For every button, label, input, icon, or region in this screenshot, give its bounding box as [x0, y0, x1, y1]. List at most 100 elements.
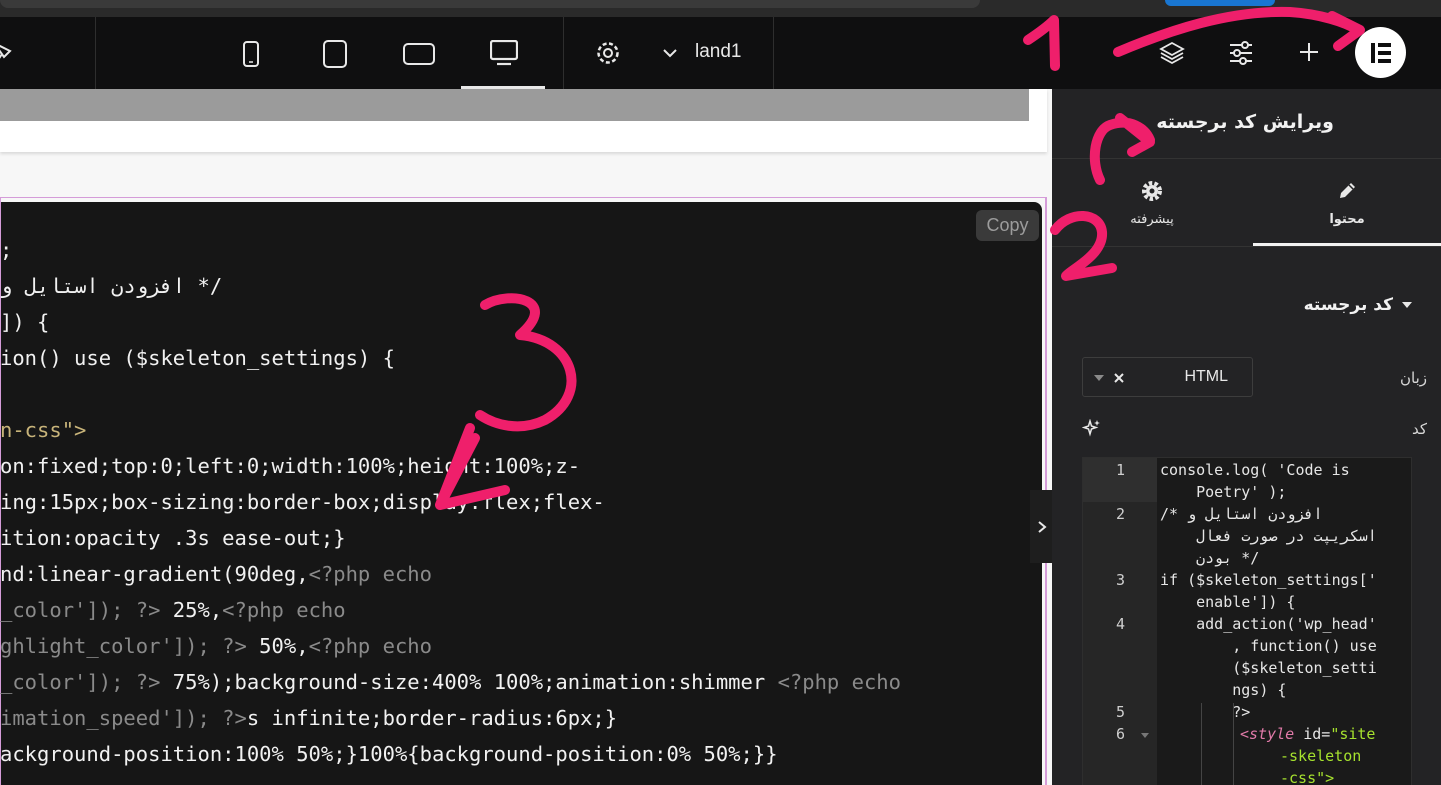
editor-line: /* افزودن استایل و: [1160, 505, 1323, 523]
editor-line: ngs) {: [1160, 681, 1287, 699]
tab-content-label: محتوا: [1329, 211, 1365, 227]
chevron-down-icon[interactable]: [659, 43, 681, 63]
editor-line: if ($skeleton_settings[': [1160, 571, 1377, 589]
code-php-fragment: <?php echo: [308, 562, 432, 586]
settings-icon[interactable]: [594, 39, 622, 67]
code-text: 25%,: [160, 598, 223, 622]
code-php-fragment: <?php echo: [222, 598, 346, 622]
page-name[interactable]: land1: [695, 41, 742, 63]
editor-line: Poetry' );: [1160, 483, 1287, 501]
panel-header: ویرایش کد برجسته: [1052, 89, 1441, 159]
code-text: ion() use ($skeleton_settings) {: [0, 346, 395, 370]
editor-top-bar: land1: [0, 17, 1441, 89]
code-text: 50%,: [246, 634, 309, 658]
code-text: on:fixed;top:0;left:0;width:100%;height:…: [0, 454, 581, 478]
laptop-icon[interactable]: [400, 39, 438, 69]
toolbar-divider: [95, 17, 96, 89]
tablet-icon[interactable]: [318, 39, 352, 69]
code-line: ion() use ($skeleton_settings) {: [0, 346, 395, 370]
editor-line: console.log( 'Code is: [1160, 461, 1350, 479]
line-number: 3: [1115, 571, 1125, 589]
collapse-panel-toggle[interactable]: [1030, 490, 1053, 563]
editor-line: بودن */: [1160, 549, 1260, 567]
panel-tabs: پیشرفته محتوا: [1052, 159, 1441, 247]
line-number: 2: [1115, 505, 1125, 523]
editor-line: ?>: [1160, 703, 1251, 721]
screen: land1 ; افزودن استایل و */ ]) { ion() use (…: [0, 0, 1441, 785]
pencil-icon: [1340, 182, 1355, 198]
editor-line: ($skeleton_setti: [1160, 659, 1377, 677]
code-php-fragment: _color']); ?>: [0, 598, 161, 622]
code-line: ing:15px;box-sizing:border-box;display:f…: [0, 490, 605, 514]
code-line: ;: [0, 238, 12, 262]
settings-panel: ویرایش کد برجسته پیشرفته محتوا کد برجسته…: [1052, 89, 1441, 785]
line-number: 5: [1115, 703, 1125, 721]
code-line: ition:opacity .3s ease-out;}: [0, 526, 346, 550]
tab-content[interactable]: محتوا: [1262, 159, 1432, 247]
editor-style-line: -css">: [1280, 769, 1335, 785]
plus-icon[interactable]: [1296, 39, 1322, 65]
code-line: افزودن استایل و */: [0, 274, 222, 298]
code-text: ing:15px;box-sizing:border-box;display:f…: [0, 490, 605, 514]
editor-line: enable']) {: [1160, 593, 1296, 611]
line-number: 4: [1115, 615, 1125, 633]
code-editor[interactable]: 1 2 3 4 5 6 console.log( 'Code is Poetry…: [1082, 457, 1412, 785]
code-text: ackground-position:100% 50%;}100%{backgr…: [0, 742, 778, 766]
code-text: ition:opacity .3s ease-out;}: [0, 526, 346, 550]
fold-caret-icon[interactable]: [1141, 733, 1149, 739]
panel-title: ویرایش کد برجسته: [1156, 111, 1334, 133]
section-block: [0, 89, 1047, 152]
code-text: افزودن استایل و */: [0, 274, 223, 298]
ai-sparkle-icon[interactable]: [1082, 419, 1102, 439]
code-php-fragment: _color']); ?>: [0, 670, 161, 694]
gear-icon: [1142, 180, 1162, 201]
code-text: ]) {: [0, 310, 50, 334]
code-line: _color']); ?> 75%);background-size:400% …: [0, 670, 901, 694]
layers-icon[interactable]: [1157, 38, 1187, 68]
caret-down-icon: [1402, 302, 1412, 308]
section-toggle[interactable]: کد برجسته: [1304, 295, 1413, 315]
code-line: ackground-position:100% 50%;}100%{backgr…: [0, 742, 778, 766]
editor-line: , function() use: [1160, 637, 1377, 655]
toolbar-divider: [773, 17, 774, 89]
sliders-icon[interactable]: [1226, 38, 1256, 68]
copy-button[interactable]: Copy: [976, 210, 1039, 241]
language-label: زبان: [1399, 369, 1427, 387]
code-line: ghlight_color']); ?> 50%,<?php echo: [0, 634, 432, 658]
code-line: imation_speed']); ?>s infinite;border-ra…: [0, 706, 617, 730]
code-line: ]) {: [0, 310, 49, 334]
language-select[interactable]: HTML: [1082, 357, 1253, 397]
code-text: s infinite;border-radius:6px;}: [246, 706, 618, 730]
editor-style-line: -skeleton: [1280, 747, 1362, 765]
code-text: 75%);background-size:400% 100%;animation…: [160, 670, 778, 694]
code-line: n-css">: [0, 418, 86, 442]
editor-line: اسکریپت در صورت فعال: [1160, 527, 1377, 545]
code-php-fragment: imation_speed']); ?>: [0, 706, 247, 730]
grey-banner: [0, 89, 1029, 121]
code-php-fragment: <?php echo: [777, 670, 901, 694]
desktop-icon[interactable]: [485, 37, 523, 69]
code-label: کد: [1411, 420, 1427, 438]
code-text: nd:linear-gradient(90deg,: [0, 562, 309, 586]
code-text: n-css">: [0, 418, 87, 442]
caret-down-icon: [1094, 375, 1104, 381]
section-title: کد برجسته: [1303, 295, 1393, 315]
code-line: on:fixed;top:0;left:0;width:100%;height:…: [0, 454, 580, 478]
code-php-fragment: <?php echo: [308, 634, 432, 658]
language-value: HTML: [1184, 368, 1228, 385]
browser-chrome-strip: [0, 0, 1441, 17]
browser-accent-bar: [1165, 0, 1275, 6]
line-number: 1: [1115, 461, 1125, 479]
elementor-logo-icon[interactable]: [1355, 27, 1406, 78]
active-tab-indicator: [1253, 243, 1441, 246]
code-line: _color']); ?> 25%,<?php echo: [0, 598, 346, 622]
chevron-right-icon: [1037, 520, 1047, 533]
code-php-fragment: ghlight_color']); ?>: [0, 634, 247, 658]
code-line: nd:linear-gradient(90deg,<?php echo: [0, 562, 432, 586]
tab-advanced[interactable]: پیشرفته: [1072, 159, 1232, 247]
clear-icon[interactable]: [1114, 373, 1124, 383]
tab-advanced-label: پیشرفته: [1130, 211, 1174, 227]
pin-icon[interactable]: [0, 37, 20, 69]
browser-tab-strip: [0, 0, 980, 8]
mobile-icon[interactable]: [236, 39, 266, 69]
